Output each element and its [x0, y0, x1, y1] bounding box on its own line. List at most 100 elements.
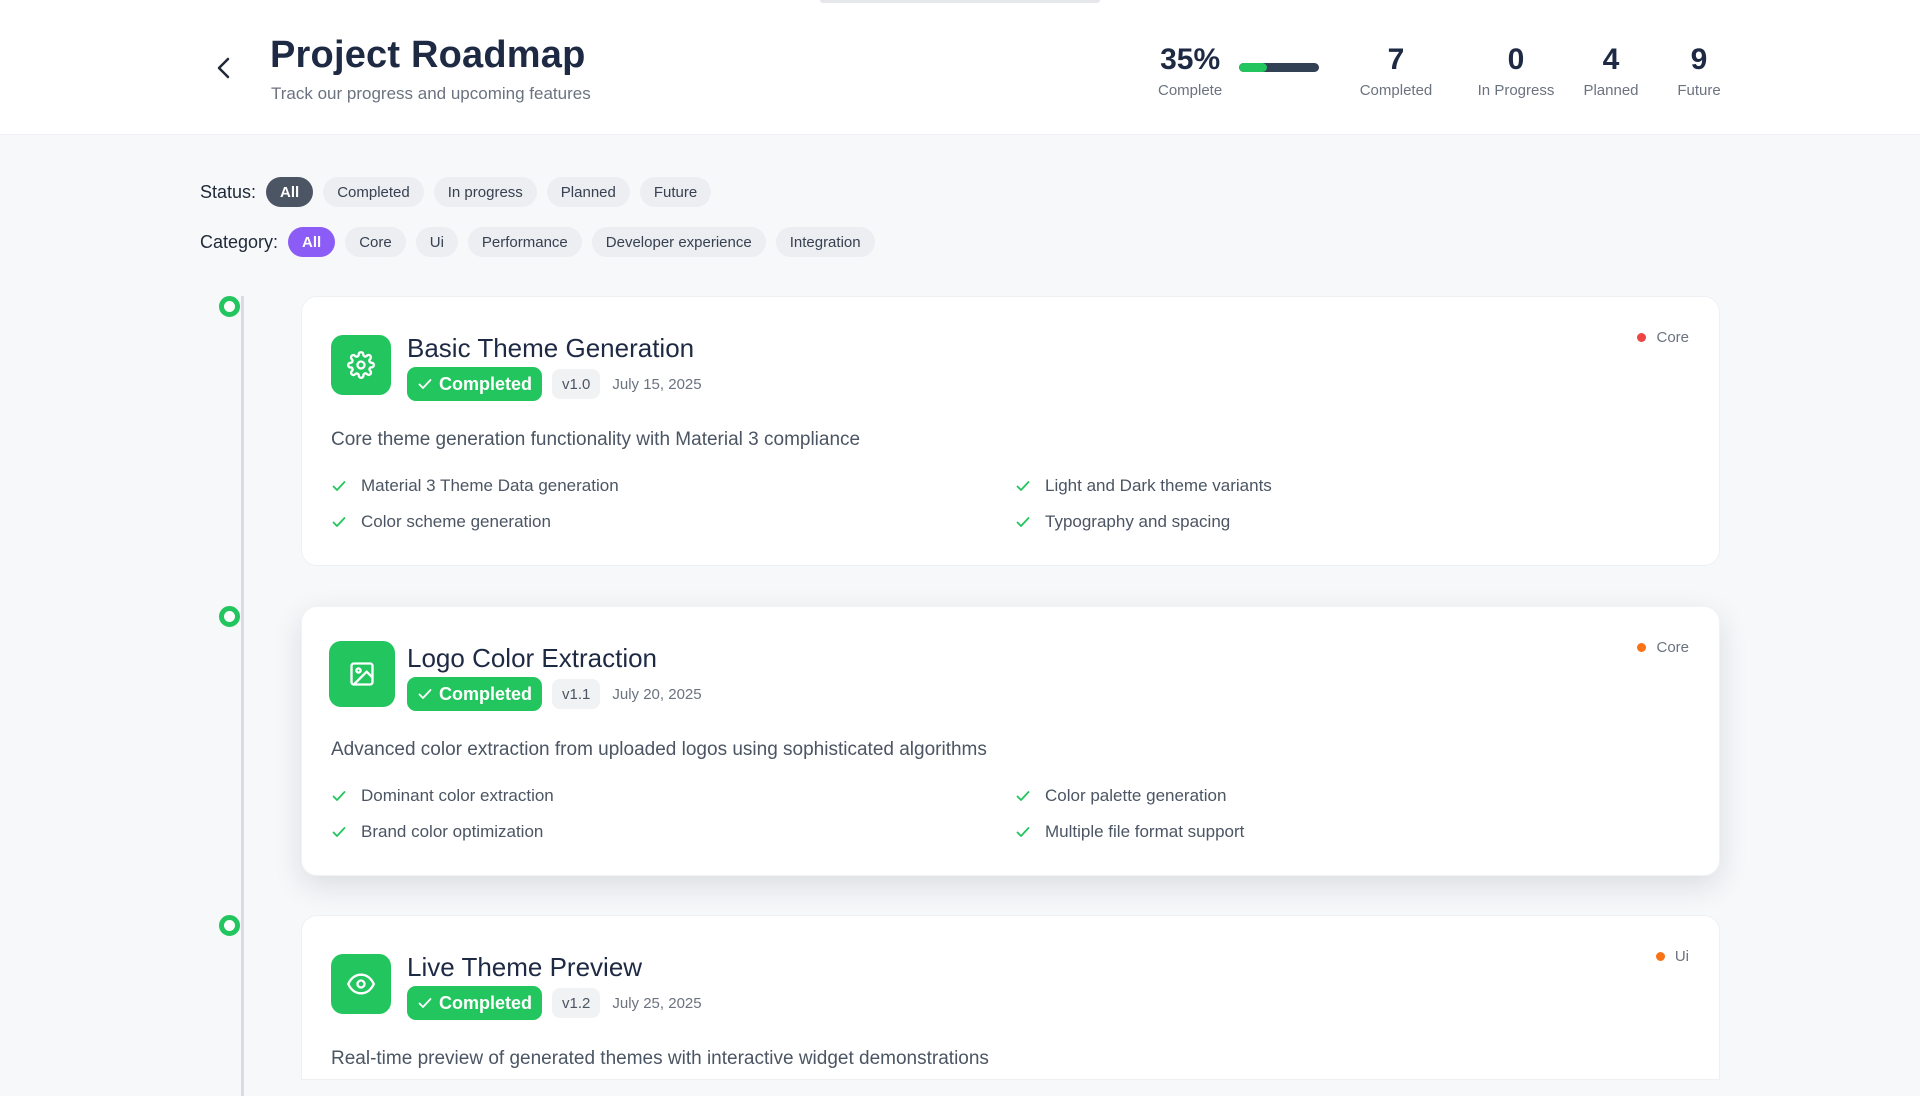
card-title: Basic Theme Generation	[407, 333, 695, 363]
page-header: Project Roadmap Track our progress and u…	[0, 0, 1920, 135]
category-label: Ui	[1674, 948, 1689, 965]
stat-label: In Progress	[1477, 82, 1555, 99]
feature-item: Color scheme generation	[331, 511, 1015, 533]
check-icon	[418, 998, 432, 1008]
category-filter-label: Category:	[200, 231, 279, 252]
timeline-dot	[219, 915, 240, 936]
category-dot	[1637, 643, 1647, 652]
feature-item: Dominant color extraction	[331, 785, 1015, 807]
feature-list: Material 3 Theme Data generation Light a…	[331, 475, 1711, 533]
status-badge-label: Completed	[439, 373, 533, 394]
stat-value: 9	[1690, 43, 1708, 76]
category-chip-developer-experience[interactable]: Developer experience	[591, 227, 766, 257]
version-badge: v1.1	[552, 679, 601, 709]
progress-bar	[1239, 63, 1319, 72]
check-icon	[418, 689, 432, 699]
feature-item: Typography and spacing	[1015, 511, 1699, 533]
feature-list: Dominant color extraction Color palette …	[331, 785, 1711, 843]
status-badge: Completed	[407, 986, 543, 1020]
feature-text: Light and Dark theme variants	[1045, 476, 1272, 495]
image-icon	[350, 662, 374, 686]
card-badges: Completed v1.0 July 15, 2025	[407, 367, 702, 401]
card-icon-box	[331, 954, 391, 1014]
roadmap-card[interactable]: Basic Theme Generation Completed v1.0 Ju…	[301, 296, 1720, 566]
category-chip-performance[interactable]: Performance	[467, 227, 582, 257]
roadmap-card[interactable]: Live Theme Preview Completed v1.2 July 2…	[301, 915, 1720, 1080]
check-icon	[1016, 827, 1030, 837]
feature-item: Brand color optimization	[331, 821, 1015, 843]
card-description: Advanced color extraction from uploaded …	[331, 739, 987, 760]
card-icon-box	[331, 335, 391, 395]
top-drag-handle	[820, 0, 1100, 3]
version-badge: v1.0	[552, 369, 601, 399]
status-chip-planned[interactable]: Planned	[546, 177, 630, 207]
status-filter-row: Status: All Completed In progress Planne…	[200, 177, 721, 207]
status-chip-in-progress[interactable]: In progress	[433, 177, 537, 207]
feature-text: Color palette generation	[1045, 786, 1227, 805]
feature-item: Material 3 Theme Data generation	[331, 475, 1015, 497]
feature-text: Brand color optimization	[361, 822, 544, 841]
progress-label: Complete	[1158, 82, 1223, 99]
feature-text: Color scheme generation	[361, 512, 551, 531]
feature-text: Typography and spacing	[1045, 512, 1231, 531]
release-date: July 20, 2025	[612, 685, 702, 703]
category-tag: Core	[1637, 639, 1689, 656]
status-chip-future[interactable]: Future	[639, 177, 712, 207]
category-chip-ui[interactable]: Ui	[415, 227, 458, 257]
status-chip-completed[interactable]: Completed	[323, 177, 424, 207]
feature-item: Color palette generation	[1015, 785, 1699, 807]
card-icon-box	[329, 641, 395, 707]
category-dot	[1637, 333, 1647, 342]
check-icon	[332, 481, 346, 491]
status-badge-label: Completed	[439, 992, 533, 1013]
check-icon	[1016, 517, 1030, 527]
feature-text: Multiple file format support	[1045, 822, 1245, 841]
back-button[interactable]	[208, 50, 240, 86]
category-chip-core[interactable]: Core	[345, 227, 406, 257]
release-date: July 25, 2025	[612, 994, 702, 1012]
check-icon	[332, 791, 346, 801]
timeline-dot	[219, 296, 240, 317]
stat-label: Planned	[1583, 82, 1639, 99]
roadmap-card[interactable]: Logo Color Extraction Completed v1.1 Jul…	[301, 606, 1720, 876]
version-badge: v1.2	[552, 988, 601, 1018]
category-tag: Core	[1637, 329, 1689, 346]
check-icon	[1016, 791, 1030, 801]
gear-icon	[347, 351, 375, 379]
category-label: Core	[1656, 639, 1689, 656]
stat-future: 9 Future	[1672, 42, 1726, 99]
page-title: Project Roadmap	[270, 34, 586, 76]
status-badge: Completed	[407, 367, 543, 401]
feature-text: Material 3 Theme Data generation	[361, 476, 619, 495]
card-description: Core theme generation functionality with…	[331, 429, 861, 450]
card-title: Logo Color Extraction	[407, 643, 658, 673]
category-label: Core	[1656, 329, 1689, 346]
stat-value: 7	[1387, 43, 1405, 76]
category-chip-integration[interactable]: Integration	[775, 227, 875, 257]
stat-value: 4	[1602, 43, 1620, 76]
stat-label: Completed	[1359, 82, 1433, 99]
progress-stat: 35% Complete	[1158, 42, 1222, 99]
check-icon	[418, 379, 432, 389]
feature-text: Dominant color extraction	[361, 786, 554, 805]
stat-completed: 7 Completed	[1356, 42, 1436, 99]
eye-icon	[347, 973, 375, 995]
card-badges: Completed v1.1 July 20, 2025	[407, 677, 702, 711]
progress-percent: 35%	[1160, 43, 1221, 76]
status-badge-label: Completed	[439, 683, 533, 704]
status-chip-all[interactable]: All	[266, 177, 314, 207]
status-filter-label: Status:	[200, 181, 257, 202]
page-subtitle: Track our progress and upcoming features	[271, 84, 591, 103]
card-badges: Completed v1.2 July 25, 2025	[407, 986, 702, 1020]
card-description: Real-time preview of generated themes wi…	[331, 1048, 989, 1069]
stat-label: Future	[1677, 82, 1721, 99]
category-tag: Ui	[1655, 948, 1689, 965]
release-date: July 15, 2025	[612, 375, 702, 393]
check-icon	[332, 827, 346, 837]
feature-item: Multiple file format support	[1015, 821, 1699, 843]
timeline-dot	[219, 606, 240, 627]
stat-value: 0	[1507, 43, 1525, 76]
chevron-left-icon	[217, 57, 230, 79]
category-chip-all[interactable]: All	[288, 227, 336, 257]
feature-item: Light and Dark theme variants	[1015, 475, 1699, 497]
